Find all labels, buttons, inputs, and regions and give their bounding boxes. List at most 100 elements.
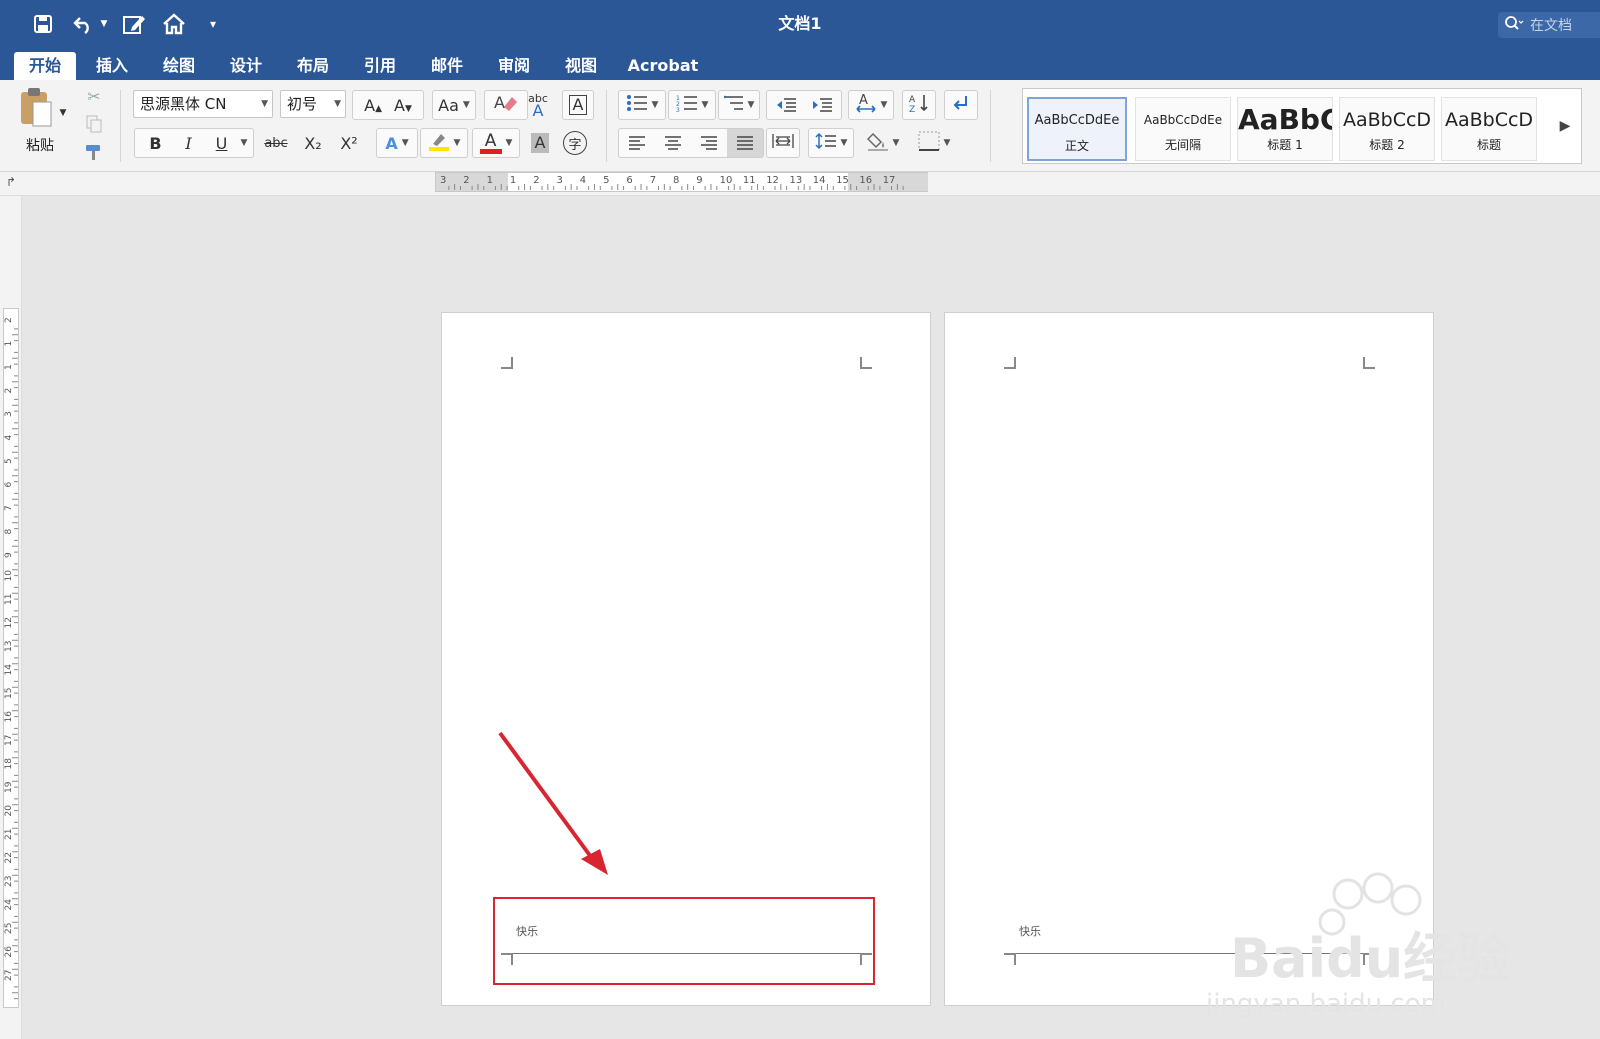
change-case-glyph: Aa [438, 95, 459, 115]
spelling-button[interactable]: abc A [520, 88, 556, 122]
style-name: 标题 2 [1369, 138, 1405, 152]
copy-icon[interactable] [82, 112, 106, 136]
ruler-label: 3 [557, 175, 563, 186]
svg-text:3: 3 [676, 107, 680, 112]
ruler-label: 6 [626, 175, 632, 186]
home-icon[interactable] [160, 10, 188, 38]
distribute-icon [772, 133, 794, 153]
customize-toolbar-icon[interactable]: ▾ [204, 10, 222, 38]
bold-button[interactable]: B [141, 134, 171, 153]
sort-button[interactable]: AZ [902, 90, 936, 120]
align-right-icon[interactable] [691, 136, 727, 150]
tab-draw[interactable]: 绘图 [157, 52, 201, 80]
align-center-icon[interactable] [655, 136, 691, 150]
ruler-label: 14 [4, 664, 14, 676]
tab-mailings[interactable]: 邮件 [425, 52, 469, 80]
style-name: 标题 1 [1267, 138, 1303, 152]
paint-bucket-icon [866, 130, 889, 156]
ruler-label: 6 [4, 482, 14, 488]
ruler-label: 10 [4, 570, 14, 582]
numbering-button[interactable]: 1 2 3 ▼ [668, 90, 716, 120]
underline-button[interactable]: U [207, 134, 237, 153]
tab-home[interactable]: 开始 [14, 52, 76, 80]
text-direction-button[interactable]: A ▼ [848, 90, 894, 120]
style-heading-2[interactable]: AaBbCcD 标题 2 [1339, 97, 1435, 161]
ruler-label: 9 [4, 552, 14, 558]
increase-indent-icon[interactable] [804, 97, 840, 113]
triangle-up-icon: ▲ [375, 103, 382, 114]
ruler-label: 13 [790, 175, 803, 186]
vertical-ruler-bar: 2 1 1 2 3 4 5 6 7 8 9 10 11 12 13 14 15 16 17 18 19 20 21 22 23 2… [0, 196, 22, 1039]
tab-references[interactable]: 引用 [358, 52, 402, 80]
bullets-button[interactable]: ▼ [618, 90, 666, 120]
character-shading-glyph: A [530, 133, 550, 153]
footer-text[interactable]: 快乐 [1019, 923, 1041, 939]
underline-dropdown-icon[interactable]: ▼ [241, 138, 248, 148]
multilevel-list-button[interactable]: ▼ [718, 90, 760, 120]
style-no-spacing[interactable]: AaBbCcDdEe 无间隔 [1135, 97, 1231, 161]
align-left-icon[interactable] [619, 136, 655, 150]
tab-view[interactable]: 视图 [559, 52, 603, 80]
line-spacing-button[interactable]: ▼ [808, 128, 854, 158]
ruler-label: 3 [440, 175, 446, 186]
phonetic-guide-button[interactable]: 字 [560, 128, 590, 158]
horizontal-ruler[interactable]: 3 2 1 1 2 3 4 5 6 7 8 9 10 11 12 13 14 15 16 17 [435, 172, 928, 192]
separator [606, 90, 607, 162]
decrease-indent-icon[interactable] [768, 97, 804, 113]
format-painter-icon[interactable] [82, 140, 106, 164]
edit-document-icon[interactable] [120, 10, 148, 38]
undo-dropdown-icon[interactable]: ▼ [98, 10, 110, 38]
paste-dropdown-icon[interactable]: ▼ [56, 98, 70, 128]
separator [990, 90, 991, 162]
font-color-button[interactable]: A ▼ [472, 128, 520, 158]
undo-icon[interactable] [70, 10, 96, 38]
ribbon: ▼ 粘贴 ✂ 思源黑体 CN ▼ 初号 ▼ A▲ A▼ Aa ▼ A abc A … [0, 80, 1600, 172]
style-name: 无间隔 [1164, 138, 1201, 152]
tab-insert[interactable]: 插入 [90, 52, 134, 80]
justify-icon[interactable] [727, 129, 763, 157]
font-name-value: 思源黑体 CN [140, 95, 227, 113]
text-border-button[interactable]: A [562, 90, 594, 120]
style-title[interactable]: AaBbCcD 标题 [1441, 97, 1537, 161]
margin-corner-mark [501, 357, 513, 369]
paste-label: 粘贴 [26, 138, 54, 154]
character-shading-button[interactable]: A [526, 128, 554, 158]
chevron-down-icon: ▼ [880, 100, 888, 110]
highlight-button[interactable]: ▼ [420, 128, 468, 158]
style-heading-1[interactable]: AaBbC 标题 1 [1237, 97, 1333, 161]
shrink-font-glyph: A [394, 95, 405, 115]
cut-icon[interactable]: ✂ [82, 84, 106, 108]
shrink-font-button[interactable]: A▼ [394, 96, 412, 115]
borders-button[interactable]: ▼ [910, 128, 958, 158]
show-formatting-marks-button[interactable] [944, 90, 978, 120]
ruler-label: 2 [533, 175, 539, 186]
ruler-label: 16 [4, 711, 14, 723]
italic-button[interactable]: I [171, 134, 207, 153]
font-size-select[interactable]: 初号 ▼ [280, 90, 346, 118]
subscript-button[interactable]: X₂ [296, 128, 330, 158]
paste-button[interactable] [14, 86, 58, 132]
gallery-next-arrow-icon[interactable]: ▶ [1553, 111, 1577, 141]
style-normal[interactable]: AaBbCcDdEe 正文 [1027, 97, 1127, 161]
text-effects-button[interactable]: A ▼ [376, 128, 418, 158]
save-icon[interactable] [30, 10, 56, 38]
shading-button[interactable]: ▼ [860, 128, 906, 158]
tab-acrobat[interactable]: Acrobat [626, 52, 700, 80]
tab-selector-icon[interactable]: ↱ [2, 172, 20, 192]
tab-layout[interactable]: 布局 [291, 52, 335, 80]
tab-review[interactable]: 审阅 [492, 52, 536, 80]
superscript-button[interactable]: X² [332, 128, 366, 158]
change-case-button[interactable]: Aa ▼ [432, 90, 476, 120]
ruler-label: 1 [487, 175, 493, 186]
font-name-select[interactable]: 思源黑体 CN ▼ [133, 90, 273, 118]
document-page[interactable]: 快乐 [944, 312, 1434, 1006]
indent-group [766, 90, 842, 120]
font-color-icon: A [479, 132, 502, 154]
strikethrough-button[interactable]: abc [258, 128, 294, 158]
distributed-button[interactable] [766, 128, 800, 158]
vertical-ruler[interactable]: 2 1 1 2 3 4 5 6 7 8 9 10 11 12 13 14 15 16 17 18 19 20 21 22 23 2… [3, 308, 19, 1008]
ruler-label: 2 [4, 317, 14, 323]
tab-design[interactable]: 设计 [224, 52, 268, 80]
grow-font-button[interactable]: A▲ [364, 96, 382, 115]
search-box[interactable]: 在文档 [1498, 12, 1600, 38]
